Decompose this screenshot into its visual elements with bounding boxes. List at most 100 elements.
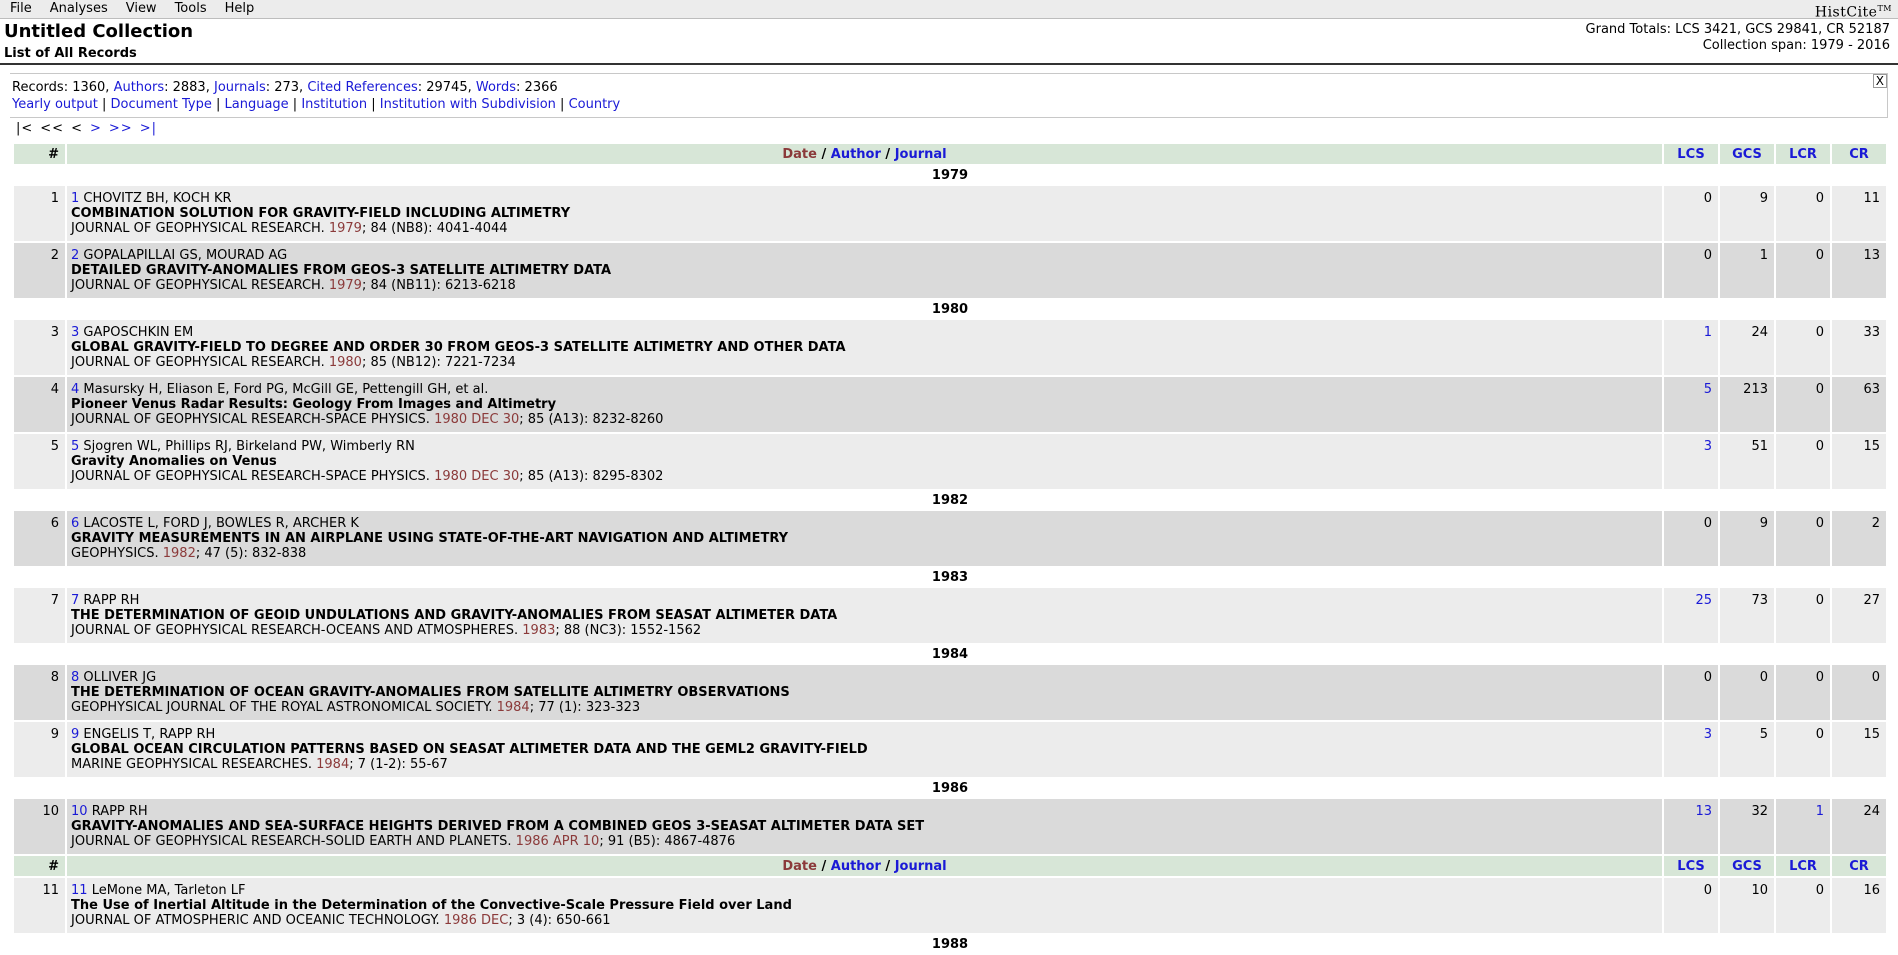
sort-lcr-link[interactable]: LCR (1776, 856, 1830, 876)
table-row[interactable]: 88 OLLIVER JG THE DETERMINATION OF OCEAN … (14, 665, 1886, 720)
record-date: 1979 (328, 221, 362, 236)
menu-view[interactable]: View (117, 0, 166, 18)
record-citation: ; 7 (1-2): 55-67 (349, 757, 448, 772)
year-label: 1983 (931, 569, 969, 585)
sort-author-link[interactable]: Author (831, 859, 881, 874)
prev-page-button[interactable]: < (71, 121, 83, 136)
record-lcr-value: 0 (1776, 186, 1830, 241)
record-lcr-value: 0 (1776, 243, 1830, 298)
record-source: JOURNAL OF GEOPHYSICAL RESEARCH-SOLID EA… (71, 834, 1658, 849)
analysis-link-institution[interactable]: Institution (301, 97, 367, 112)
record-id-link[interactable]: 10 (71, 804, 88, 819)
record-authors: LeMone MA, Tarleton LF (91, 883, 246, 898)
header-separator: / (880, 858, 895, 874)
words-link[interactable]: Words (476, 80, 516, 95)
record-title: THE DETERMINATION OF OCEAN GRAVITY-ANOMA… (71, 685, 790, 700)
sort-date-link[interactable]: Date (782, 859, 817, 874)
table-row[interactable]: 11 11 LeMone MA, Tarleton LF The Use of In… (14, 878, 1886, 933)
row-number: 7 (14, 588, 65, 643)
record-citation: ; 84 (NB8): 4041-4044 (361, 221, 508, 236)
record-id-link[interactable]: 7 (71, 593, 79, 608)
table-row[interactable]: 55 Sjogren WL, Phillips RJ, Birkeland PW… (14, 434, 1886, 489)
lcs-link[interactable]: 1 (1704, 325, 1712, 340)
menu-tools[interactable]: Tools (166, 0, 216, 18)
record-citation: ; 84 (NB11): 6213-6218 (361, 278, 516, 293)
sort-cr-link[interactable]: CR (1832, 856, 1886, 876)
record-citation: ; 77 (1): 323-323 (529, 700, 641, 715)
lcr-link[interactable]: 1 (1816, 804, 1824, 819)
record-cr-value: 24 (1832, 799, 1886, 854)
next-page-button[interactable]: > (90, 121, 102, 136)
sort-cr-link[interactable]: CR (1832, 144, 1886, 164)
record-cr-value: 13 (1832, 243, 1886, 298)
record-id-link[interactable]: 6 (71, 516, 79, 531)
record-id-link[interactable]: 1 (71, 191, 79, 206)
menu-help[interactable]: Help (216, 0, 264, 18)
record-title: GRAVITY MEASUREMENTS IN AN AIRPLANE USIN… (71, 531, 789, 546)
year-label: 1980 (931, 301, 969, 317)
record-id-link[interactable]: 4 (71, 382, 79, 397)
records-value: 1360 (72, 80, 106, 95)
analysis-link-language[interactable]: Language (225, 97, 289, 112)
lcs-link[interactable]: 5 (1704, 382, 1712, 397)
authors-link[interactable]: Authors (114, 80, 165, 95)
analysis-link-yearly-output[interactable]: Yearly output (12, 97, 98, 112)
lcs-link[interactable]: 25 (1695, 593, 1712, 608)
table-row[interactable]: 33 GAPOSCHKIN EM GLOBAL GRAVITY-FIELD TO … (14, 320, 1886, 375)
record-source: JOURNAL OF GEOPHYSICAL RESEARCH-SPACE PH… (71, 412, 1658, 427)
close-stats-button[interactable]: X (1872, 74, 1887, 88)
lcs-link[interactable]: 3 (1704, 439, 1712, 454)
analysis-link-document-type[interactable]: Document Type (111, 97, 212, 112)
sort-lcs-link[interactable]: LCS (1664, 856, 1718, 876)
journals-link[interactable]: Journals (214, 80, 266, 95)
header-separator: / (816, 858, 831, 874)
table-row[interactable]: 22 GOPALAPILLAI GS, MOURAD AG DETAILED GR… (14, 243, 1886, 298)
record-cr-value: 15 (1832, 434, 1886, 489)
analysis-link-country[interactable]: Country (569, 97, 621, 112)
sort-gcs-link[interactable]: GCS (1720, 856, 1774, 876)
next-10-pages-button[interactable]: >> (109, 121, 133, 136)
cited-references-link[interactable]: Cited References (307, 80, 417, 95)
table-row[interactable]: 66 LACOSTE L, FORD J, BOWLES R, ARCHER K… (14, 511, 1886, 566)
record-author-line: 1 CHOVITZ BH, KOCH KR (71, 191, 1658, 206)
sort-journal-link[interactable]: Journal (895, 859, 947, 874)
record-id-link[interactable]: 11 (71, 883, 88, 898)
record-id-link[interactable]: 2 (71, 248, 79, 263)
last-page-button[interactable]: >| (140, 121, 157, 136)
table-header-row: # Date / Author / Journal LCS GCS LCR CR (14, 144, 1886, 164)
year-separator: 1982 (14, 491, 1886, 509)
sort-date-link[interactable]: Date (782, 147, 817, 162)
first-page-button[interactable]: |< (16, 121, 33, 136)
sort-journal-link[interactable]: Journal (895, 147, 947, 162)
pager: |< << < > >> >| (16, 121, 1898, 139)
table-row[interactable]: 77 RAPP RH THE DETERMINATION OF GEOID UND… (14, 588, 1886, 643)
record-id-link[interactable]: 8 (71, 670, 79, 685)
lcs-link[interactable]: 13 (1695, 804, 1712, 819)
record-id-link[interactable]: 9 (71, 727, 79, 742)
menu-file[interactable]: File (0, 0, 41, 18)
record-id-link[interactable]: 3 (71, 325, 79, 340)
lcs-link[interactable]: 3 (1704, 727, 1712, 742)
record-cell: 10 RAPP RH GRAVITY-ANOMALIES AND SEA-SURF… (67, 799, 1662, 854)
table-row[interactable]: 44 Masursky H, Eliason E, Ford PG, McGil… (14, 377, 1886, 432)
record-lcs-value: 3 (1664, 434, 1718, 489)
record-title: THE DETERMINATION OF GEOID UNDULATIONS A… (71, 608, 838, 623)
sort-author-link[interactable]: Author (831, 147, 881, 162)
record-lcs-value: 0 (1664, 665, 1718, 720)
record-gcs-value: 5 (1720, 722, 1774, 777)
record-source: MARINE GEOPHYSICAL RESEARCHES. 1984; 7 (… (71, 757, 1658, 772)
record-id-link[interactable]: 5 (71, 439, 79, 454)
table-row[interactable]: 10 10 RAPP RH GRAVITY-ANOMALIES AND SEA-SU… (14, 799, 1886, 854)
prev-10-pages-button[interactable]: << (40, 121, 64, 136)
record-lcs-value: 25 (1664, 588, 1718, 643)
row-number: 8 (14, 665, 65, 720)
sort-gcs-link[interactable]: GCS (1720, 144, 1774, 164)
analysis-link-institution-with-subdivision[interactable]: Institution with Subdivision (380, 97, 556, 112)
record-source: JOURNAL OF ATMOSPHERIC AND OCEANIC TECHN… (71, 913, 1658, 928)
sort-lcr-link[interactable]: LCR (1776, 144, 1830, 164)
table-row[interactable]: 99 ENGELIS T, RAPP RH GLOBAL OCEAN CIRCUL… (14, 722, 1886, 777)
record-gcs-value: 9 (1720, 511, 1774, 566)
menu-analyses[interactable]: Analyses (41, 0, 117, 18)
table-row[interactable]: 11 CHOVITZ BH, KOCH KR COMBINATION SOLUTI… (14, 186, 1886, 241)
sort-lcs-link[interactable]: LCS (1664, 144, 1718, 164)
